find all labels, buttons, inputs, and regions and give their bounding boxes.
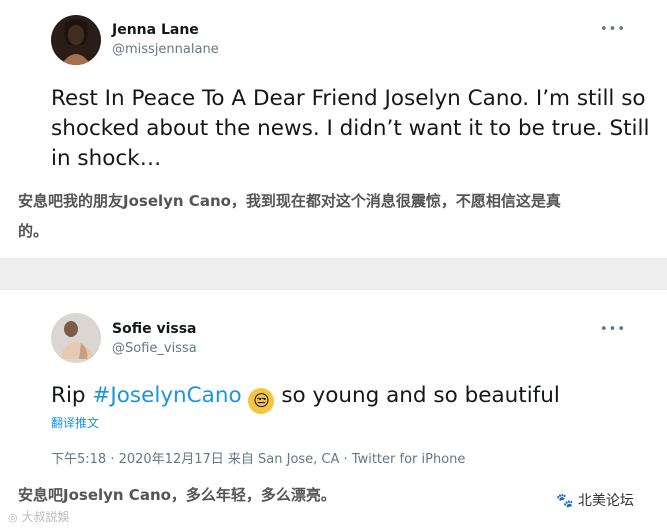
author-handle[interactable]: @Sofie_vissa [112,341,197,356]
translate-tweet-link[interactable]: 翻译推文 [51,414,99,431]
tweet-card-1: Jenna Lane @missjennalane ••• Rest In Pe… [0,0,667,258]
wechat-icon: 🐾 [556,493,574,509]
unamused-emoji-icon: 😒 [248,388,275,414]
chinese-caption: 安息吧我的朋友Joselyn Cano，我到现在都对这个消息很震惊，不愿相信这是… [18,186,561,246]
tweet-text-suffix: so young and so beautiful [274,383,560,408]
tweet-text-prefix: Rip [51,383,93,408]
watermark-left-text: 大叔説娛 [21,510,70,524]
author-name[interactable]: Jenna Lane [112,22,199,38]
avatar-jenna[interactable] [51,15,101,65]
avatar-sofie[interactable] [51,313,101,363]
chinese-caption: 安息吧Joselyn Cano，多么年轻，多么漂亮。 [18,486,336,504]
watermark-right-text: 北美论坛 [577,493,634,509]
avatar-image [51,313,101,363]
hashtag-link[interactable]: #JoselynCano [92,383,241,408]
tweet-text-line: in shock… [51,146,162,171]
tweet-text: Rest In Peace To A Dear Friend Joselyn C… [51,84,649,174]
author-name[interactable]: Sofie vissa [112,321,197,337]
watermark-left: ◎ 大叔説娛 [8,508,69,525]
more-options-icon[interactable]: ••• [600,323,626,336]
chinese-caption-line: 的。 [18,222,49,240]
more-options-icon[interactable]: ••• [600,23,626,36]
author-handle[interactable]: @missjennalane [112,42,219,57]
tweet-timestamp[interactable]: 下午5:18 · 2020年12月17日 来自 San Jose, CA · T… [51,448,465,467]
watermark-right: 🐾 北美论坛 [556,490,634,510]
tweet-text: Rip #JoselynCano 😒 so young and so beaut… [51,381,560,414]
chinese-caption-line: 安息吧我的朋友Joselyn Cano，我到现在都对这个消息很震惊，不愿相信这是… [18,192,561,210]
tweet-text-line: Rest In Peace To A Dear Friend Joselyn C… [51,86,646,111]
weibo-icon: ◎ [8,511,18,524]
tweet-text-line: shocked about the news. I didn’t want it… [51,116,650,141]
avatar-image [51,15,101,65]
